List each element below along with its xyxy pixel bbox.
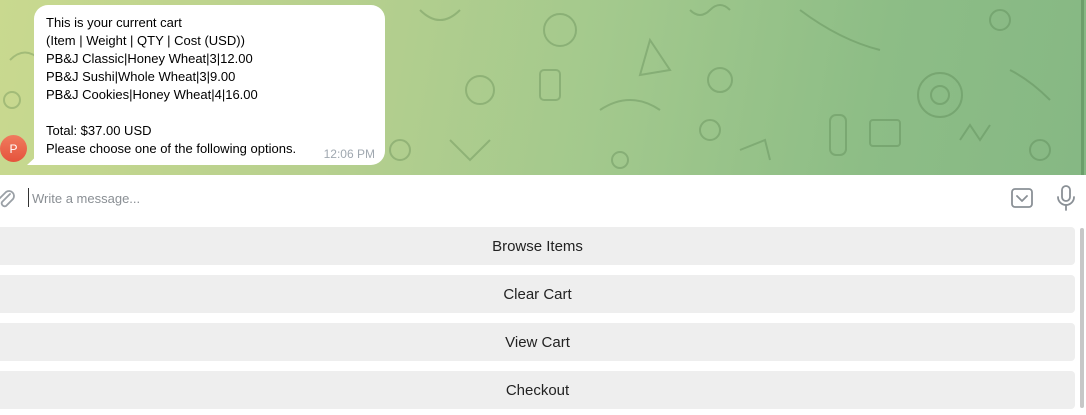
bot-keyboard-icon[interactable] [1010, 186, 1034, 210]
clear-cart-button[interactable]: Clear Cart [0, 275, 1075, 313]
browse-items-button[interactable]: Browse Items [0, 227, 1075, 265]
microphone-icon[interactable] [1054, 184, 1078, 212]
view-cart-button[interactable]: View Cart [0, 323, 1075, 361]
message-input[interactable] [32, 188, 932, 208]
checkout-button[interactable]: Checkout [0, 371, 1075, 409]
reply-keyboard: Browse Items Clear Cart View Cart Checko… [0, 223, 1086, 415]
message-line [46, 104, 373, 122]
avatar[interactable]: P [0, 135, 27, 162]
message-line: Total: $37.00 USD [46, 123, 152, 138]
paperclip-icon[interactable] [0, 188, 16, 210]
message-line: PB&J Sushi|Whole Wheat|3|9.00 [46, 69, 236, 84]
chat-scrollbar[interactable] [1081, 0, 1084, 175]
message-time: 12:06 PM [323, 147, 375, 161]
message-line: PB&J Cookies|Honey Wheat|4|16.00 [46, 87, 258, 102]
message-bubble: This is your current cart (Item | Weight… [34, 5, 385, 165]
avatar-letter: P [9, 141, 18, 156]
text-caret [28, 188, 29, 207]
message-line: This is your current cart [46, 15, 182, 30]
keyboard-scrollbar[interactable] [1080, 228, 1084, 408]
message-line: PB&J Classic|Honey Wheat|3|12.00 [46, 51, 253, 66]
message-line: (Item | Weight | QTY | Cost (USD)) [46, 33, 245, 48]
